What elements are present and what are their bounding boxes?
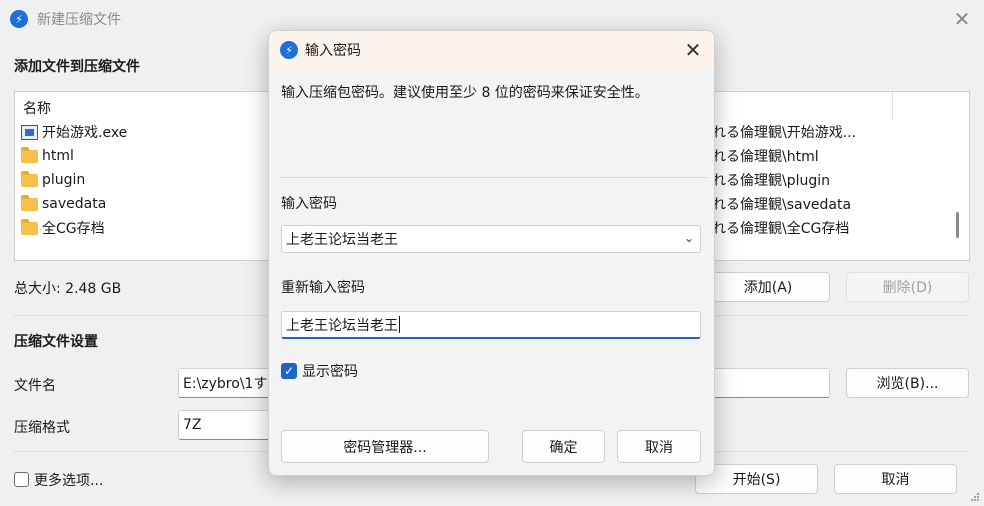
file-name: 全CG存档	[42, 221, 105, 237]
show-password-checkbox[interactable]: ✓	[281, 363, 297, 379]
file-path: れる倫理観\开始游戏...	[712, 125, 857, 141]
list-item[interactable]: 开始游戏.exe	[21, 121, 127, 143]
text-caret	[399, 316, 400, 333]
list-item[interactable]: savedata	[21, 193, 106, 215]
reenter-password-input[interactable]: 上老王论坛当老王	[281, 311, 701, 339]
file-path: れる倫理観\savedata	[712, 197, 852, 213]
file-name: html	[42, 148, 74, 164]
delete-button[interactable]: 删除(D)	[846, 272, 969, 302]
settings-section-title: 压缩文件设置	[14, 334, 98, 350]
format-label: 压缩格式	[14, 420, 70, 436]
file-path: れる倫理観\html	[712, 149, 819, 165]
file-name: plugin	[42, 172, 86, 188]
more-options-checkbox[interactable]	[14, 472, 29, 487]
password-manager-button[interactable]: 密码管理器...	[281, 430, 489, 463]
ok-button[interactable]: 确定	[522, 430, 605, 463]
list-item[interactable]: 全CG存档	[21, 217, 105, 239]
main-close-icon[interactable]: ✕	[950, 8, 974, 30]
dialog-divider	[281, 177, 708, 178]
dialog-cancel-button[interactable]: 取消	[617, 430, 701, 463]
password-dialog: ⚡ 输入密码 ✕ 输入压缩包密码。建议使用至少 8 位的密码来保证安全性。 输入…	[268, 30, 715, 476]
password-combo[interactable]: 上老王论坛当老王 ⌄	[281, 225, 701, 253]
column-divider[interactable]	[892, 92, 893, 120]
dialog-titlebar: ⚡ 输入密码 ✕	[269, 31, 714, 69]
filename-value: E:\zybro\1す	[183, 376, 268, 392]
exe-file-icon	[21, 124, 38, 140]
show-password-label[interactable]: 显示密码	[302, 361, 358, 381]
dialog-close-icon[interactable]: ✕	[681, 38, 705, 62]
reenter-password-label: 重新输入密码	[281, 280, 365, 296]
resize-grip-icon[interactable]	[970, 492, 980, 502]
main-window-title: 新建压缩文件	[37, 12, 121, 28]
more-options-label[interactable]: 更多选项...	[34, 470, 103, 490]
add-section-title: 添加文件到压缩文件	[14, 59, 140, 75]
add-button[interactable]: 添加(A)	[706, 272, 830, 302]
column-header-name[interactable]: 名称	[23, 98, 51, 118]
main-cancel-button[interactable]: 取消	[834, 464, 957, 494]
folder-icon	[21, 218, 38, 235]
format-value: 7Z	[183, 417, 202, 433]
reenter-password-value: 上老王论坛当老王	[286, 317, 398, 334]
file-path: れる倫理観\plugin	[712, 173, 831, 189]
file-name: 开始游戏.exe	[42, 125, 128, 141]
password-label: 输入密码	[281, 196, 337, 212]
list-item[interactable]: plugin	[21, 169, 85, 191]
folder-icon	[21, 146, 38, 163]
filename-label: 文件名	[14, 378, 56, 394]
dialog-app-logo-icon: ⚡	[280, 41, 298, 59]
password-value: 上老王论坛当老王	[286, 232, 398, 248]
browse-button[interactable]: 浏览(B)...	[846, 368, 969, 398]
chevron-down-icon[interactable]: ⌄	[684, 231, 694, 245]
file-name: savedata	[42, 196, 107, 212]
list-item[interactable]: html	[21, 145, 74, 167]
app-logo-icon: ⚡	[10, 10, 28, 28]
dialog-title: 输入密码	[305, 43, 361, 59]
total-size: 总大小: 2.48 GB	[14, 281, 122, 297]
file-path: れる倫理観\全CG存档	[712, 221, 850, 237]
folder-icon	[21, 170, 38, 187]
file-list-scrollbar[interactable]	[956, 212, 959, 238]
folder-icon	[21, 194, 38, 211]
dialog-description: 输入压缩包密码。建议使用至少 8 位的密码来保证安全性。	[281, 85, 649, 101]
